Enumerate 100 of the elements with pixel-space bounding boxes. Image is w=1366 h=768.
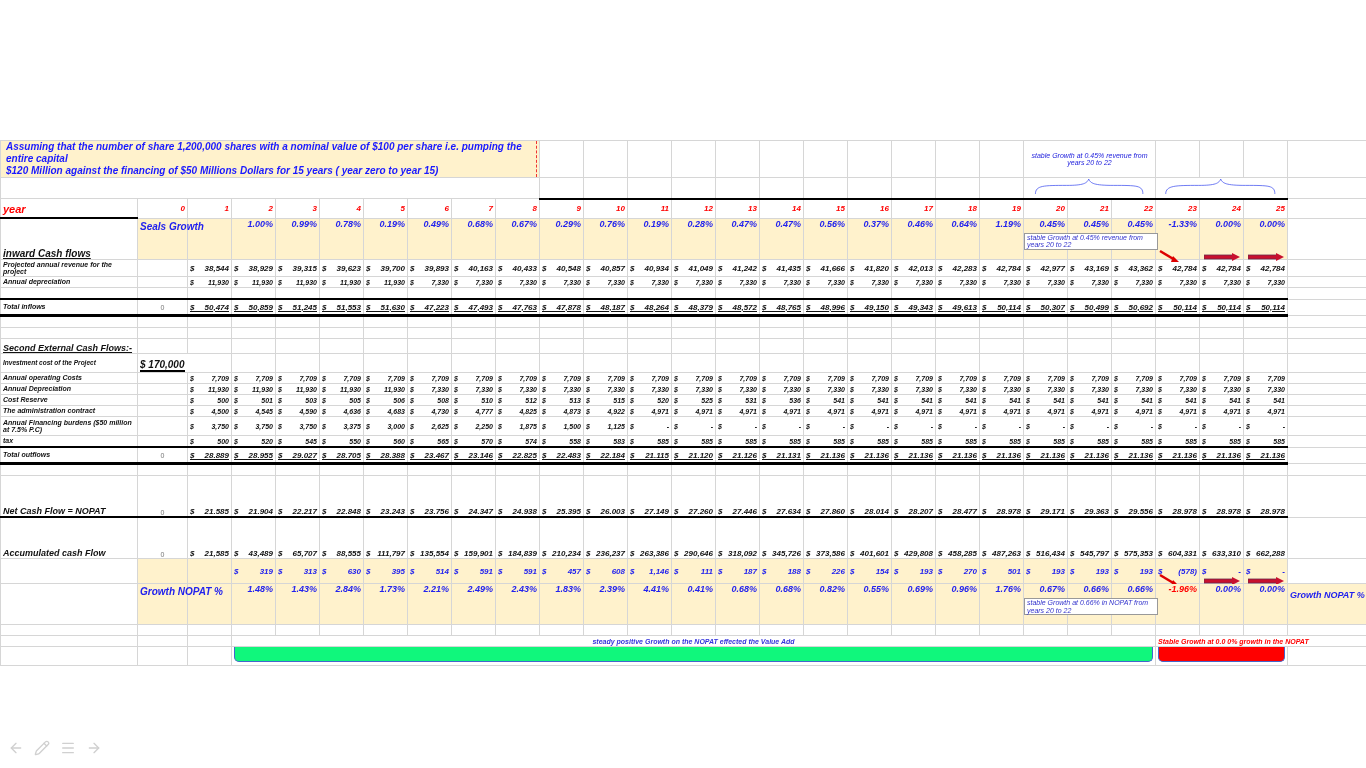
table-cell: $ 545,797 [1070,549,1109,558]
table-cell: $ (578) [1158,566,1197,576]
table-cell: $ 47,878 [542,302,581,312]
table-cell-text: 0.19% [642,218,669,229]
year-header: 25 [1275,204,1285,213]
year-header: 2 [267,203,273,213]
table-cell-text: 0.45% [1082,218,1109,229]
table-cell: $ 23.756 [410,507,449,516]
table-cell: $ 21,585 [190,549,229,558]
table-cell: $ 40,163 [454,263,493,273]
table-cell: $ 23.146 [454,450,493,460]
table-cell: $ 401,601 [850,549,889,558]
table-cell: $ 40,548 [542,263,581,273]
table-cell-text: 1.00% [246,218,273,229]
table-cell: $ 50,474 [190,302,229,312]
table-cell-text: 2.39% [598,584,625,594]
table-cell: $ 193 [1026,566,1065,576]
table-cell: $ 42,013 [894,263,933,273]
table-cell: $ 42,784 [1246,263,1285,273]
previous-icon[interactable] [8,740,24,756]
table-cell: $ 318,092 [718,549,757,558]
table-cell: $ 49,343 [894,302,933,312]
year-header: 14 [791,204,801,213]
table-cell-text: 0.76% [598,218,625,229]
table-cell-text: 2.21% [422,584,449,594]
table-cell: $ 608 [586,566,625,576]
table-cell: $ 662,288 [1246,549,1285,558]
table-cell: $ 48,187 [586,302,625,312]
pencil-icon[interactable] [34,740,50,756]
table-cell: $ 41,820 [850,263,889,273]
table-cell: $ 21.136 [982,450,1021,460]
table-cell-text: 0.28% [686,218,713,229]
table-cell: $ 41,666 [806,263,845,273]
table-cell: $ 50,307 [1026,302,1065,312]
table-cell: $ 49,613 [938,302,977,312]
table-cell: $ 50,692 [1114,302,1153,312]
table-cell: $ 42,283 [938,263,977,273]
table-cell: $ 184,839 [498,549,537,558]
table-cell-text: 1.48% [246,584,273,594]
table-cell: $ 28.978 [982,507,1021,516]
table-cell-text: 0.68% [466,218,493,229]
table-cell-text: 1.43% [290,584,317,594]
row-title: Seals Growth [140,220,204,232]
year-header: 17 [923,204,933,213]
table-cell-text: -1.33% [1167,218,1197,229]
table-cell-text: 1.83% [554,584,581,594]
table-cell: $ 26.003 [586,507,625,516]
table-cell-text: 0.29% [554,218,581,229]
table-cell: $ 40,934 [630,263,669,273]
year-header: 0 [179,203,185,213]
table-cell: $ 43,489 [234,549,273,558]
table-cell-text: 0.99% [290,218,317,229]
year-header: 10 [615,204,625,213]
table-cell: $ 21.136 [1158,450,1197,460]
table-cell-text: 0.67% [1038,584,1065,594]
table-cell: $ 270 [938,566,977,576]
table-cell-text: 0.66% [1082,584,1109,594]
table-cell-text: 0.00% [1214,584,1241,594]
table-cell: $ 21.126 [718,450,757,460]
table-cell: $ 21.136 [806,450,845,460]
table-cell: $ 47,493 [454,302,493,312]
table-cell: $ 29.171 [1026,507,1065,516]
table-cell-text: 0.19% [378,218,405,229]
table-cell: $ 22.483 [542,450,581,460]
table-cell: $ 21.136 [850,450,889,460]
table-cell: $ 226 [806,566,845,576]
year-header: 22 [1143,204,1153,213]
table-cell-text: 0.55% [862,584,889,594]
table-cell: $ 193 [1114,566,1153,576]
year-header: 6 [443,203,449,213]
menu-icon[interactable] [60,740,76,756]
table-cell: $ 193 [1070,566,1109,576]
year-header: 23 [1187,204,1197,213]
table-cell-text: 0.00% [1214,218,1241,229]
table-cell: $ 21.136 [1114,450,1153,460]
table-cell: $ 373,586 [806,549,845,558]
table-cell-text: 0.64% [950,218,977,229]
table-cell: $ 630 [322,566,361,576]
table-cell-text: 0.37% [862,218,889,229]
table-cell-text: 2.49% [466,584,493,594]
next-icon[interactable] [86,740,102,756]
table-cell: $ 516,434 [1026,549,1065,558]
year-header: 11 [659,204,669,213]
table-cell: $ 22.217 [278,507,317,516]
table-cell: $ 43,362 [1114,263,1153,273]
table-cell: $ 514 [410,566,449,576]
table-cell: $ 39,623 [322,263,361,273]
table-cell: $ 28.705 [322,450,361,460]
table-cell: $ 159,901 [454,549,493,558]
table-cell: $ 25.395 [542,507,581,516]
row-title: Growth NOPAT % [140,586,223,597]
table-cell: $ 575,353 [1114,549,1153,558]
table-cell-text: 0.56% [818,218,845,229]
table-cell: $ 88,555 [322,549,361,558]
table-cell: $ 458,285 [938,549,977,558]
table-cell: $ 21.136 [938,450,977,460]
table-cell: $ 40,433 [498,263,537,273]
table-cell: $ 290,646 [674,549,713,558]
table-cell-text: 0.67% [510,218,537,229]
year-header: 1 [223,203,229,213]
